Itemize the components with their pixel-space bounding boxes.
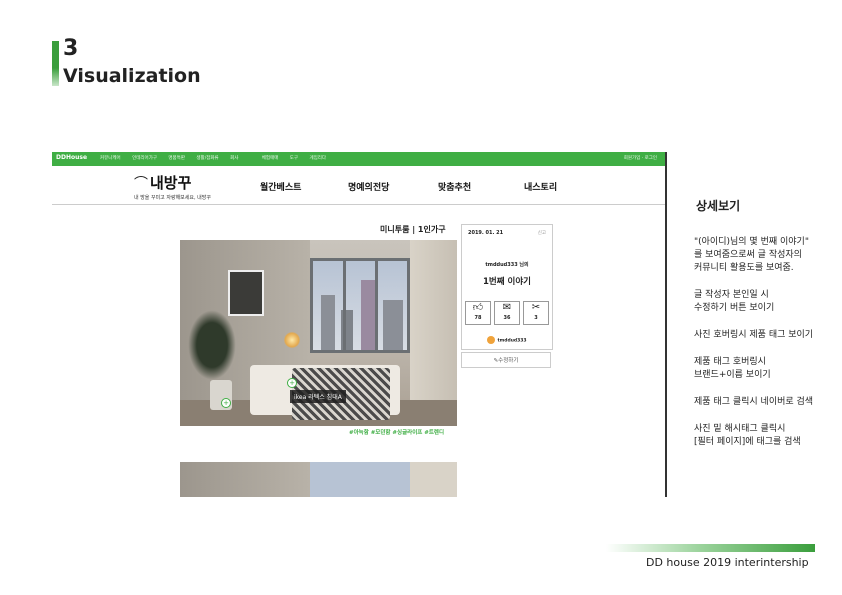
scrap-count: 3 [534, 315, 538, 321]
top-nav-item[interactable]: 회사 [230, 156, 238, 161]
nav-hall-of-fame[interactable]: 명예의전당 [348, 180, 389, 193]
brand-tagline: 내 방을 꾸미고 자랑해보세요, 내방꾸 [134, 195, 211, 201]
comment-count: 36 [503, 315, 511, 321]
thumbs-up-icon: 👍︎ [472, 302, 484, 313]
hanger-icon: ⌒ [134, 176, 148, 192]
product-tag-hotspot[interactable]: + [287, 378, 297, 388]
comment-stat[interactable]: ✉ 36 [494, 301, 520, 325]
top-nav-item[interactable]: 체험매매 [262, 156, 279, 161]
author-line: tmddud333 님의 [485, 262, 529, 268]
room-photo[interactable]: + + ikea 라텍스 침대A [180, 240, 457, 426]
avatar [487, 336, 496, 344]
photo-plant [188, 310, 236, 380]
photo-hashtags[interactable]: #아늑함 #모던함 #싱글라이프 #트렌디 [349, 428, 444, 436]
brand-logo[interactable]: ⌒ 내방꾸 내 방을 꾸미고 자랑해보세요, 내방꾸 [134, 172, 211, 201]
story-info-card: 2019. 01. 21 신고 tmddud333 님의 1번째 이야기 👍︎ … [461, 224, 553, 350]
section-accent-bar [52, 41, 59, 86]
top-nav-item[interactable]: 커뮤니케어 [100, 156, 121, 161]
top-nav-item[interactable]: 게임리다 [310, 156, 327, 161]
post-date: 2019. 01. 21 [468, 230, 504, 236]
login-links[interactable]: 회원가입 · 로그인 [624, 155, 657, 161]
like-stat[interactable]: 👍︎ 78 [465, 301, 491, 325]
top-nav-item[interactable]: 명품특판 [168, 156, 185, 161]
report-link[interactable]: 신고 [538, 230, 546, 236]
window-mullion [375, 261, 378, 350]
photo-window [310, 258, 410, 353]
notes-title: 상세보기 [696, 199, 741, 213]
brand-name: 내방꾸 [150, 174, 192, 192]
post-category: 미니투룸 | 1인가구 [380, 225, 446, 234]
window-mullion [343, 261, 346, 350]
nav-monthly-best[interactable]: 월간베스트 [260, 180, 301, 193]
note-item: "(아이디)님의 몇 번째 이야기" 를 보여줌으로써 글 작성자의 커뮤니티 … [694, 237, 809, 273]
section-title: Visualization [63, 65, 201, 87]
comment-icon: ✉ [502, 302, 512, 313]
top-nav-item[interactable]: 도구 [290, 156, 298, 161]
footer-gradient-bar [606, 544, 815, 552]
nav-recommend[interactable]: 맞춤추천 [438, 180, 471, 193]
photo-lamp [284, 332, 300, 348]
product-tag-tooltip[interactable]: ikea 라텍스 침대A [290, 390, 346, 403]
room-photo-2[interactable] [180, 462, 457, 497]
note-item: 사진 호버링시 제품 태그 보이기 [694, 330, 814, 340]
ddhouse-logo[interactable]: DDHouse [56, 154, 87, 161]
like-count: 78 [474, 315, 482, 321]
story-count-title: 1번째 이야기 [483, 277, 531, 287]
writer-id: tmddud333 [497, 338, 527, 344]
scrap-stat[interactable]: ✂ 3 [523, 301, 549, 325]
website-mockup: DDHouse 커뮤니케어 인테리어가구 명품특판 생활/잡화류 회사 체험매매… [52, 152, 667, 497]
top-nav-item[interactable]: 생활/잡화류 [196, 156, 218, 161]
note-item: 사진 밑 해시태그 클릭시 [필터 페이지]에 태그를 검색 [694, 424, 801, 447]
section-number: 3 [63, 36, 79, 61]
note-item: 제품 태그 호버링시 브랜드+이름 보이기 [694, 357, 771, 380]
top-bar: DDHouse 커뮤니케어 인테리어가구 명품특판 생활/잡화류 회사 체험매매… [52, 152, 665, 166]
photo-building [321, 295, 335, 350]
footer-text: DD house 2019 interintership [646, 556, 809, 569]
edit-button[interactable]: ✎수정하기 [461, 352, 551, 368]
writer-profile[interactable]: tmddud333 [462, 336, 552, 344]
top-nav: 커뮤니케어 인테리어가구 명품특판 생활/잡화류 회사 체험매매 도구 게임리다 [100, 155, 336, 161]
stats-row: 👍︎ 78 ✉ 36 ✂ 3 [465, 301, 549, 325]
product-tag-hotspot[interactable]: + [221, 398, 231, 408]
photo-curtain [410, 240, 457, 426]
note-item: 제품 태그 클릭시 네이버로 검색 [694, 397, 814, 407]
top-nav-item[interactable]: 인테리어가구 [132, 156, 157, 161]
edit-label: 수정하기 [498, 358, 519, 364]
nav-my-story[interactable]: 내스토리 [524, 180, 557, 193]
scissors-icon: ✂ [531, 302, 541, 313]
notes-list: "(아이디)님의 몇 번째 이야기" 를 보여줌으로써 글 작성자의 커뮤니티 … [694, 236, 834, 463]
header-divider [52, 204, 665, 205]
photo-building [383, 300, 403, 350]
note-item: 글 작성자 본인일 시 수정하기 버튼 보이기 [694, 290, 775, 313]
